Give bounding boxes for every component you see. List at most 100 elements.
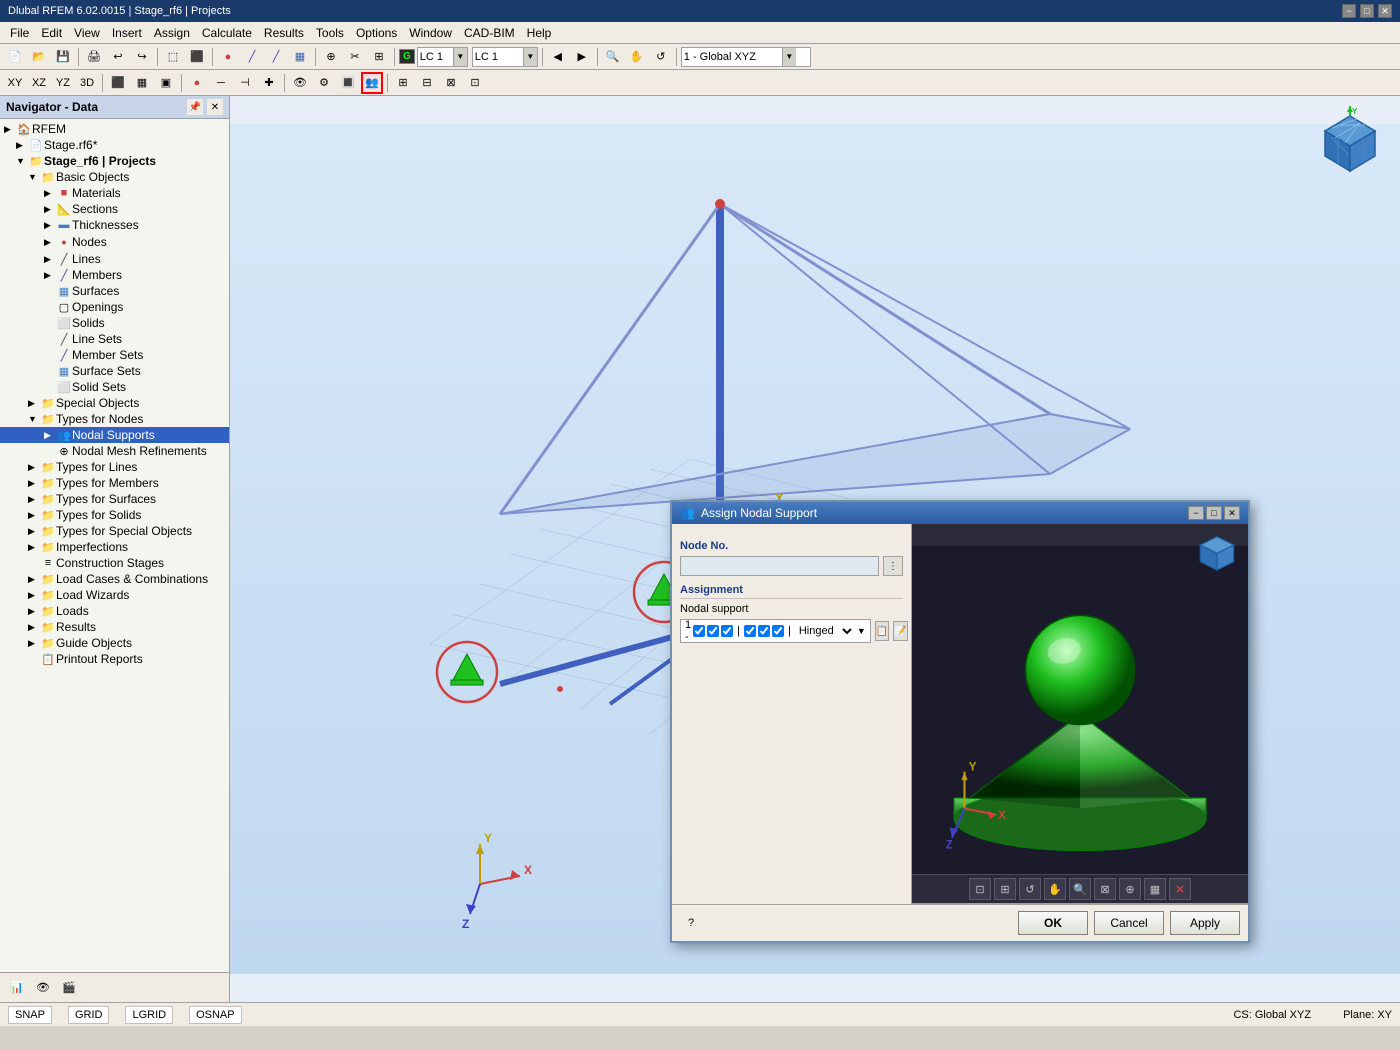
support-type-select[interactable]: Hinged Fixed Roller X <box>795 621 855 641</box>
view-yz[interactable]: YZ <box>52 72 74 94</box>
lc-input-1[interactable] <box>418 51 453 63</box>
cs-input[interactable] <box>682 51 782 63</box>
tree-item-nodes[interactable]: ▶ • Nodes <box>0 233 229 251</box>
tree-item-solids[interactable]: ⬜ Solids <box>0 315 229 331</box>
snap-line[interactable]: ─ <box>210 72 232 94</box>
tree-item-types-solids[interactable]: ▶ 📁 Types for Solids <box>0 507 229 523</box>
tree-item-thicknesses[interactable]: ▶ ▬ Thicknesses <box>0 217 229 233</box>
cb-phix[interactable] <box>744 625 756 637</box>
preview-btn1[interactable]: ⊡ <box>969 878 991 900</box>
dialog-apply-btn[interactable]: Apply <box>1170 911 1240 935</box>
dialog-maximize-btn[interactable]: □ <box>1206 506 1222 520</box>
menu-file[interactable]: File <box>4 24 35 42</box>
next-btn[interactable]: ▶ <box>571 46 593 68</box>
tree-item-projects[interactable]: ▼ 📁 Stage_rf6 | Projects <box>0 153 229 169</box>
menu-help[interactable]: Help <box>521 24 558 42</box>
tree-item-lines[interactable]: ▶ ╱ Lines <box>0 251 229 267</box>
tree-item-types-members[interactable]: ▶ 📁 Types for Members <box>0 475 229 491</box>
menu-insert[interactable]: Insert <box>106 24 148 42</box>
dialog-minimize-btn[interactable]: − <box>1188 506 1204 520</box>
node-no-input[interactable] <box>680 556 879 576</box>
undo-btn[interactable]: ↩ <box>107 46 129 68</box>
tree-item-special[interactable]: ▶ 📁 Special Objects <box>0 395 229 411</box>
cb-phiz[interactable] <box>772 625 784 637</box>
cb-ux[interactable] <box>693 625 705 637</box>
print-btn[interactable]: 🖨 <box>83 46 105 68</box>
snap-toggle[interactable]: SNAP <box>8 1006 52 1024</box>
tree-item-member-sets[interactable]: ╱ Member Sets <box>0 347 229 363</box>
cb-uy[interactable] <box>707 625 719 637</box>
nav-data-btn[interactable]: 📊 <box>6 977 28 999</box>
tree-item-results[interactable]: ▶ 📁 Results <box>0 619 229 635</box>
nav-pin-btn[interactable]: 📌 <box>187 99 203 115</box>
tree-item-members[interactable]: ▶ ╱ Members <box>0 267 229 283</box>
node-no-picker-btn[interactable]: ⋮ <box>883 556 903 576</box>
preview-btn5[interactable]: 🔍 <box>1069 878 1091 900</box>
assign-support-btn[interactable]: 👥 <box>361 72 383 94</box>
grid-toggle[interactable]: GRID <box>68 1006 110 1024</box>
support-edit-btn2[interactable]: 📝 <box>893 621 907 641</box>
member-btn[interactable]: ╱ <box>265 46 287 68</box>
preview-btn2[interactable]: ⊞ <box>994 878 1016 900</box>
tree-item-materials[interactable]: ▶ ■ Materials <box>0 185 229 201</box>
dialog-ok-btn[interactable]: OK <box>1018 911 1088 935</box>
tree-item-imperfections[interactable]: ▶ 📁 Imperfections <box>0 539 229 555</box>
preview-btn4[interactable]: ✋ <box>1044 878 1066 900</box>
new-btn[interactable]: 📄 <box>4 46 26 68</box>
render2[interactable]: ▦ <box>131 72 153 94</box>
preview-btn8[interactable]: ▦ <box>1144 878 1166 900</box>
menu-tools[interactable]: Tools <box>310 24 350 42</box>
tree-item-types-lines[interactable]: ▶ 📁 Types for Lines <box>0 459 229 475</box>
tree-item-loads[interactable]: ▶ 📁 Loads <box>0 603 229 619</box>
tree-item-sections[interactable]: ▶ 📐 Sections <box>0 201 229 217</box>
tree-item-rfem[interactable]: ▶ 🏠 RFEM <box>0 121 229 137</box>
tb-extra4[interactable]: ⊡ <box>464 72 486 94</box>
dialog-cancel-btn[interactable]: Cancel <box>1094 911 1164 935</box>
display2[interactable]: ⚙ <box>313 72 335 94</box>
snap-mid[interactable]: ⊣ <box>234 72 256 94</box>
nav-video-btn[interactable]: 🎬 <box>58 977 80 999</box>
save-btn[interactable]: 💾 <box>52 46 74 68</box>
pan-btn[interactable]: ✋ <box>626 46 648 68</box>
menu-calculate[interactable]: Calculate <box>196 24 258 42</box>
orientation-cube[interactable]: Y <box>1310 106 1390 186</box>
snap-node[interactable]: ● <box>186 72 208 94</box>
dialog-help-btn[interactable]: ? <box>680 912 702 934</box>
osnap-toggle[interactable]: OSNAP <box>189 1006 242 1024</box>
prev-btn[interactable]: ◀ <box>547 46 569 68</box>
tree-item-surface-sets[interactable]: ▦ Surface Sets <box>0 363 229 379</box>
view-xy[interactable]: XY <box>4 72 26 94</box>
tree-item-load-wizards[interactable]: ▶ 📁 Load Wizards <box>0 587 229 603</box>
display1[interactable]: 👁 <box>289 72 311 94</box>
redo-btn[interactable]: ↪ <box>131 46 153 68</box>
lc-combo-2[interactable]: ▼ <box>472 47 538 67</box>
tree-item-guide[interactable]: ▶ 📁 Guide Objects <box>0 635 229 651</box>
render1[interactable]: ⬛ <box>107 72 129 94</box>
preview-btn6[interactable]: ⊠ <box>1094 878 1116 900</box>
menu-cad-bim[interactable]: CAD-BIM <box>458 24 521 42</box>
render3[interactable]: ▣ <box>155 72 177 94</box>
lc-arrow-2[interactable]: ▼ <box>523 48 537 66</box>
preview-btn7[interactable]: ⊕ <box>1119 878 1141 900</box>
nav-display-btn[interactable]: 👁 <box>32 977 54 999</box>
view-3d[interactable]: 3D <box>76 72 98 94</box>
tb-extra1[interactable]: ⊞ <box>392 72 414 94</box>
tree-item-basic[interactable]: ▼ 📁 Basic Objects <box>0 169 229 185</box>
tb-extra2[interactable]: ⊟ <box>416 72 438 94</box>
display3[interactable]: 🔳 <box>337 72 359 94</box>
menu-options[interactable]: Options <box>350 24 403 42</box>
snap-int[interactable]: ✚ <box>258 72 280 94</box>
tree-item-lcc[interactable]: ▶ 📁 Load Cases & Combinations <box>0 571 229 587</box>
close-button[interactable]: ✕ <box>1378 4 1392 18</box>
cs-arrow[interactable]: ▼ <box>782 48 796 66</box>
tree-item-types-nodes[interactable]: ▼ 📁 Types for Nodes <box>0 411 229 427</box>
open-btn[interactable]: 📂 <box>28 46 50 68</box>
tree-item-openings[interactable]: ▢ Openings <box>0 299 229 315</box>
support-edit-btn1[interactable]: 📋 <box>875 621 889 641</box>
minimize-button[interactable]: − <box>1342 4 1356 18</box>
lgrid-toggle[interactable]: LGRID <box>125 1006 173 1024</box>
menu-results[interactable]: Results <box>258 24 310 42</box>
tree-item-solid-sets[interactable]: ⬜ Solid Sets <box>0 379 229 395</box>
menu-assign[interactable]: Assign <box>148 24 196 42</box>
menu-edit[interactable]: Edit <box>35 24 68 42</box>
